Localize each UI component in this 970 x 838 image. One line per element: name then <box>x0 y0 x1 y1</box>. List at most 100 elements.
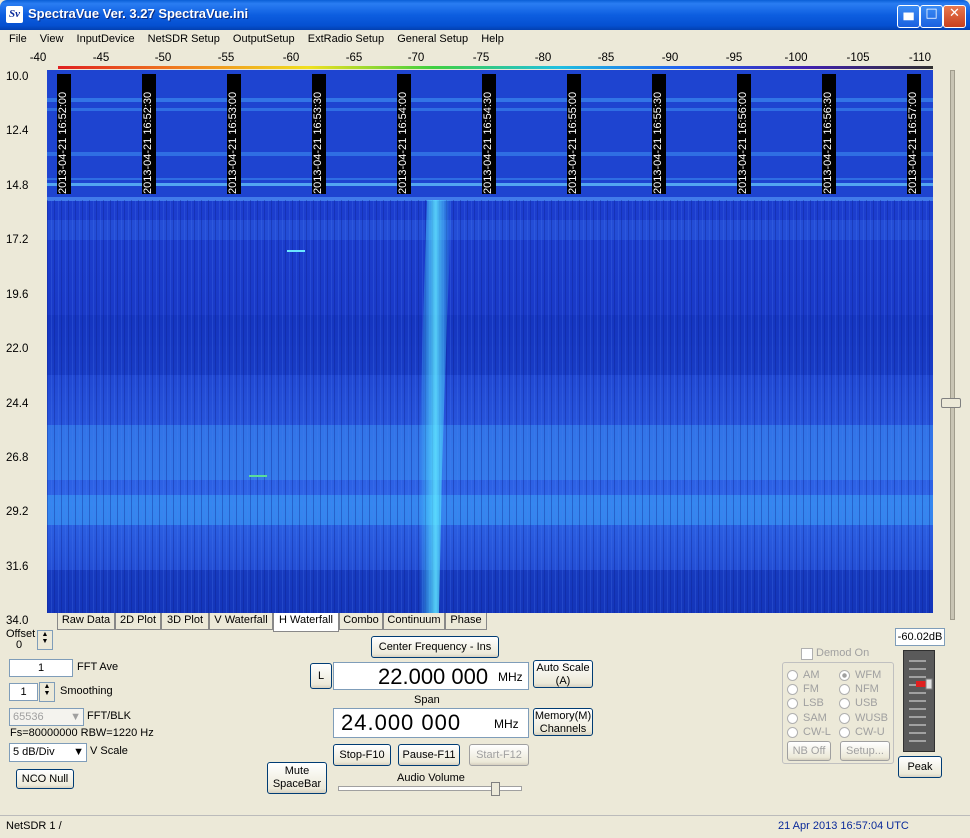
peak-button[interactable]: Peak <box>898 756 942 778</box>
scale-label: -55 <box>217 52 235 64</box>
start-button[interactable]: Start-F12 <box>469 744 529 766</box>
window-title: SpectraVue Ver. 3.27 SpectraVue.ini <box>28 6 249 21</box>
demod-on-checkbox[interactable] <box>801 648 813 660</box>
peak-db-display: -60.02dB <box>895 628 945 646</box>
radio-sam[interactable] <box>787 713 798 724</box>
tab-3d-plot[interactable]: 3D Plot <box>161 613 209 630</box>
maximize-icon: □ <box>925 6 938 21</box>
fft-ave-input[interactable]: 1 <box>9 659 73 677</box>
mode-am-label: AM <box>803 669 820 681</box>
tab-h-waterfall[interactable]: H Waterfall <box>273 613 339 632</box>
spin-down-icon: ▼ <box>41 638 49 645</box>
radio-fm[interactable] <box>787 684 798 695</box>
auto-scale-shortcut: (A) <box>555 675 571 687</box>
span-unit: MHz <box>494 717 519 731</box>
mute-button[interactable]: Mute SpaceBar <box>267 762 327 794</box>
timestamp-label: 2013-04-21 16:55:00 <box>567 91 579 194</box>
menu-outputsetup[interactable]: OutputSetup <box>228 30 300 45</box>
close-button[interactable]: ✕ <box>943 5 966 28</box>
y-tick: 17.2 <box>6 234 29 246</box>
radio-wfm-selected[interactable] <box>839 670 850 681</box>
slider-thumb[interactable] <box>941 398 961 408</box>
mode-sam-label: SAM <box>803 712 827 724</box>
center-frequency-button[interactable]: Center Frequency - Ins <box>371 636 499 658</box>
menu-netsdr-setup[interactable]: NetSDR Setup <box>143 30 225 45</box>
menu-help[interactable]: Help <box>476 30 509 45</box>
radio-lsb[interactable] <box>787 698 798 709</box>
y-tick: 22.0 <box>6 343 29 355</box>
title-bar[interactable]: Sv SpectraVue Ver. 3.27 SpectraVue.ini ▄… <box>0 0 970 30</box>
peak-meter <box>903 650 935 752</box>
nb-off-button[interactable]: NB Off <box>787 741 831 761</box>
waterfall-display[interactable]: 2013-04-21 16:52:00 2013-04-21 16:52:30 … <box>47 70 933 613</box>
nco-null-button[interactable]: NCO Null <box>16 769 74 789</box>
tab-continuum[interactable]: Continuum <box>383 613 445 630</box>
menu-extradio-setup[interactable]: ExtRadio Setup <box>303 30 389 45</box>
fft-blk-select[interactable]: 65536 ▼ <box>9 708 84 726</box>
tab-combo[interactable]: Combo <box>339 613 383 630</box>
offset-spinner[interactable]: ▲ ▼ <box>37 630 53 650</box>
timestamp-bar: 2013-04-21 16:57:00 <box>907 74 921 194</box>
radio-usb[interactable] <box>839 698 850 709</box>
radio-nfm[interactable] <box>839 684 850 695</box>
y-tick: 12.4 <box>6 125 29 137</box>
mode-nfm-label: NFM <box>855 683 879 695</box>
menu-inputdevice[interactable]: InputDevice <box>72 30 140 45</box>
menu-file[interactable]: File <box>4 30 32 45</box>
menu-general-setup[interactable]: General Setup <box>392 30 473 45</box>
smoothing-spinner[interactable]: ▲ ▼ <box>39 682 55 702</box>
scale-label: -105 <box>846 52 870 64</box>
spin-up-icon: ▲ <box>43 683 51 690</box>
audio-volume-thumb[interactable] <box>491 782 500 796</box>
smoothing-input[interactable]: 1 <box>9 683 38 701</box>
radio-cw-u[interactable] <box>839 727 850 738</box>
timestamp-label: 2013-04-21 16:55:30 <box>652 91 664 194</box>
stop-button[interactable]: Stop-F10 <box>333 744 391 766</box>
timestamp-label: 2013-04-21 16:53:00 <box>227 91 239 194</box>
timestamp-label: 2013-04-21 16:56:00 <box>737 91 749 194</box>
audio-volume-slider[interactable] <box>338 782 522 796</box>
l-button[interactable]: L <box>310 663 332 689</box>
fft-blk-label: FFT/BLK <box>87 710 132 722</box>
tab-v-waterfall[interactable]: V Waterfall <box>209 613 273 630</box>
timestamp-label: 2013-04-21 16:53:30 <box>312 91 324 194</box>
radio-wusb[interactable] <box>839 713 850 724</box>
tab-2d-plot[interactable]: 2D Plot <box>115 613 161 630</box>
timestamp-bar: 2013-04-21 16:55:00 <box>567 74 581 194</box>
app-logo-icon: Sv <box>6 6 23 23</box>
slider-track <box>950 70 955 620</box>
demod-setup-button[interactable]: Setup... <box>840 741 890 761</box>
span-display[interactable]: 24.000 000 MHz <box>333 708 529 738</box>
radio-cw-l[interactable] <box>787 727 798 738</box>
db-scale: -40 -45 -50 -55 -60 -65 -70 -75 -80 -85 … <box>30 52 940 67</box>
spin-up-icon: ▲ <box>41 631 49 638</box>
tab-raw-data[interactable]: Raw Data <box>57 613 115 630</box>
memory-channels-button[interactable]: Memory(M) Channels <box>533 708 593 736</box>
tab-phase[interactable]: Phase <box>445 613 487 630</box>
auto-scale-button[interactable]: Auto Scale (A) <box>533 660 593 688</box>
vscale-select[interactable]: 5 dB/Div ▼ <box>9 743 87 762</box>
y-tick: 34.0 <box>6 615 29 627</box>
color-scale-strip <box>58 66 933 69</box>
timestamp-label: 2013-04-21 16:52:30 <box>142 91 154 194</box>
maximize-button[interactable]: □ <box>920 5 943 28</box>
memory-sublabel: Channels <box>539 723 587 735</box>
timestamp-bar: 2013-04-21 16:53:00 <box>227 74 241 194</box>
y-tick: 24.4 <box>6 398 29 410</box>
spin-down-icon: ▼ <box>43 690 51 697</box>
mode-cw-u-label: CW-U <box>855 726 885 738</box>
menu-view[interactable]: View <box>35 30 69 45</box>
minimize-button[interactable]: ▄ <box>897 5 920 28</box>
menu-bar: File View InputDevice NetSDR Setup Outpu… <box>4 30 966 49</box>
smoothing-label: Smoothing <box>60 685 113 697</box>
fft-blk-value: 65536 <box>13 711 44 723</box>
center-frequency-display[interactable]: 22.000 000 MHz <box>333 662 529 690</box>
gain-slider[interactable] <box>938 70 966 620</box>
offset-value[interactable]: 0 <box>16 639 22 651</box>
center-frequency-value: 22.000 000 <box>378 664 489 689</box>
radio-am[interactable] <box>787 670 798 681</box>
vscale-label: V Scale <box>90 745 128 757</box>
chevron-down-icon: ▼ <box>73 746 84 758</box>
scale-label: -95 <box>725 52 743 64</box>
pause-button[interactable]: Pause-F11 <box>398 744 460 766</box>
